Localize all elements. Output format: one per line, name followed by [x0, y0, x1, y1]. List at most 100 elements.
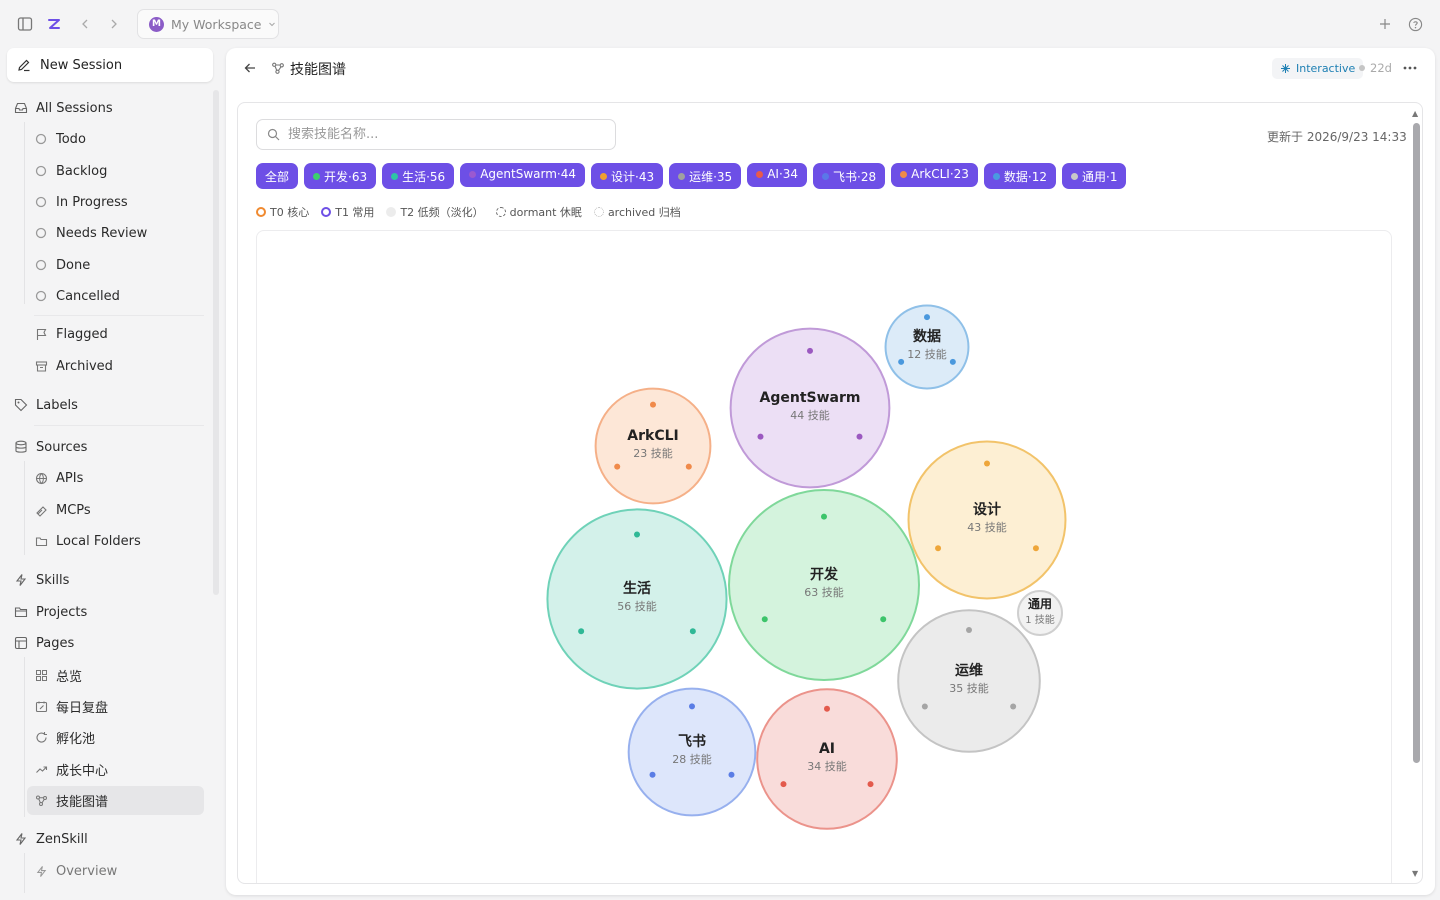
lightning-icon	[14, 832, 28, 846]
category-chip[interactable]: 运维·35	[669, 163, 742, 189]
skill-node-dot[interactable]	[650, 401, 656, 408]
more-menu-button[interactable]	[1398, 57, 1422, 79]
category-chip[interactable]: 全部	[256, 163, 299, 189]
source-local-folders[interactable]: Local Folders	[34, 528, 141, 554]
content-scrollbar[interactable]: ▲ ▼	[1410, 109, 1422, 881]
skill-bubble-chart[interactable]: 开发 63 技能 生活 56 技能 AgentSwarm 44 技能 设计 43 技能 运维 35…	[256, 230, 1392, 883]
category-chip[interactable]: AgentSwarm·44	[460, 163, 586, 187]
cluster-count-label: 1 技能	[1025, 613, 1055, 626]
status-todo[interactable]: Todo	[34, 126, 86, 152]
skill-search-box[interactable]	[256, 119, 616, 150]
category-color-dot	[900, 170, 908, 178]
skill-node-dot[interactable]	[880, 616, 887, 623]
skill-cluster-bubble[interactable]: 开发 63 技能	[728, 489, 920, 681]
skill-node-dot[interactable]	[689, 703, 695, 710]
status-in-progress[interactable]: In Progress	[34, 189, 128, 215]
skill-cluster-bubble[interactable]: AI 34 技能	[756, 688, 898, 830]
skill-node-dot[interactable]	[780, 781, 787, 788]
status-circle-icon	[34, 132, 48, 146]
plus-icon[interactable]	[1375, 14, 1395, 34]
forward-arrow-icon[interactable]	[104, 14, 124, 34]
workspace-switcher[interactable]: M My Workspace	[137, 9, 279, 39]
skill-cluster-bubble[interactable]: AgentSwarm 44 技能	[729, 327, 891, 489]
new-session-button[interactable]: New Session	[7, 48, 213, 82]
category-chip[interactable]: 飞书·28	[813, 163, 886, 189]
skill-node-dot[interactable]	[984, 460, 990, 467]
sidebar-scrollbar[interactable]	[213, 90, 219, 595]
skill-node-dot[interactable]	[685, 463, 692, 470]
category-chip[interactable]: 生活·56	[382, 163, 455, 189]
category-chip[interactable]: 数据·12	[983, 163, 1057, 189]
page-skill-map[interactable]: 技能图谱	[27, 786, 204, 815]
skill-node-dot[interactable]	[824, 705, 830, 712]
skill-node-dot[interactable]	[728, 771, 735, 778]
skill-node-dot[interactable]	[649, 771, 656, 778]
cluster-count-label: 23 技能	[633, 446, 673, 460]
status-cancelled[interactable]: Cancelled	[34, 283, 120, 309]
chip-label: 生活·56	[402, 169, 446, 184]
skill-cluster-bubble[interactable]: 运维 35 技能	[897, 609, 1041, 753]
skill-node-dot[interactable]	[867, 781, 874, 788]
nav-pages[interactable]: Pages	[14, 630, 74, 656]
layout-icon	[14, 636, 28, 650]
top-bar: M My Workspace	[0, 0, 1440, 48]
skill-node-dot[interactable]	[924, 314, 930, 321]
nav-zenskill[interactable]: ZenSkill	[14, 826, 88, 852]
category-chip[interactable]: 设计·43	[591, 163, 664, 189]
status-needs-review[interactable]: Needs Review	[34, 220, 147, 246]
skill-node-dot[interactable]	[761, 616, 768, 623]
skill-cluster-bubble[interactable]: 生活 56 技能	[546, 508, 728, 690]
skill-node-dot[interactable]	[634, 531, 640, 538]
nav-flagged[interactable]: Flagged	[34, 321, 108, 347]
skill-cluster-bubble[interactable]: 数据 12 技能	[884, 304, 970, 390]
source-mcps[interactable]: MCPs	[34, 497, 91, 523]
skill-node-dot[interactable]	[921, 703, 928, 710]
back-arrow-icon[interactable]	[240, 58, 260, 78]
page-overview[interactable]: 总览	[34, 662, 82, 688]
skill-node-dot[interactable]	[821, 513, 827, 520]
app-logo-icon[interactable]	[44, 14, 64, 34]
help-icon[interactable]	[1405, 14, 1425, 34]
skill-node-dot[interactable]	[807, 347, 813, 354]
category-chip[interactable]: 开发·63	[304, 163, 377, 189]
category-color-dot	[600, 172, 608, 180]
nav-all-sessions[interactable]: All Sessions	[14, 95, 113, 121]
skill-node-dot[interactable]	[966, 627, 972, 634]
skill-cluster-bubble[interactable]: 通用 1 技能	[1017, 590, 1063, 636]
status-done[interactable]: Done	[34, 252, 90, 278]
category-chip[interactable]: AI·34	[747, 163, 808, 187]
skill-node-dot[interactable]	[689, 628, 696, 635]
skill-node-dot[interactable]	[949, 358, 956, 365]
scrollbar-thumb[interactable]	[1413, 123, 1420, 763]
skill-node-dot[interactable]	[578, 628, 585, 635]
nav-skills[interactable]: Skills	[14, 567, 69, 593]
sidebar-toggle-icon[interactable]	[15, 14, 35, 34]
nav-archived[interactable]: Archived	[34, 353, 113, 379]
tag-icon	[14, 398, 28, 412]
skill-cluster-bubble[interactable]: 设计 43 技能	[907, 440, 1067, 600]
skill-node-dot[interactable]	[856, 433, 863, 440]
nav-sources[interactable]: Sources	[14, 434, 87, 460]
page-daily-review[interactable]: 每日复盘	[34, 693, 108, 719]
skill-node-dot[interactable]	[614, 463, 621, 470]
skill-search-input[interactable]	[288, 127, 588, 142]
page-growth[interactable]: 成长中心	[34, 756, 108, 782]
skill-node-dot[interactable]	[1010, 703, 1017, 710]
skill-node-dot[interactable]	[898, 358, 905, 365]
zenskill-overview[interactable]: Overview	[34, 858, 117, 884]
skill-cluster-bubble[interactable]: 飞书 28 技能	[627, 687, 757, 817]
legend-marker	[321, 207, 332, 217]
category-chip[interactable]: 通用·1	[1062, 163, 1127, 189]
category-chip[interactable]: ArkCLI·23	[891, 163, 978, 187]
nav-projects[interactable]: Projects	[14, 599, 87, 625]
nav-labels[interactable]: Labels	[14, 392, 78, 418]
skill-node-dot[interactable]	[757, 433, 764, 440]
skill-cluster-bubble[interactable]: ArkCLI 23 技能	[594, 387, 712, 505]
back-arrow-icon[interactable]	[75, 14, 95, 34]
page-incubator[interactable]: 孵化池	[34, 724, 95, 750]
source-apis[interactable]: APIs	[34, 465, 83, 491]
status-backlog[interactable]: Backlog	[34, 158, 107, 184]
skill-node-dot[interactable]	[935, 545, 942, 552]
sparkle-icon	[1281, 64, 1290, 73]
skill-node-dot[interactable]	[1032, 545, 1039, 552]
